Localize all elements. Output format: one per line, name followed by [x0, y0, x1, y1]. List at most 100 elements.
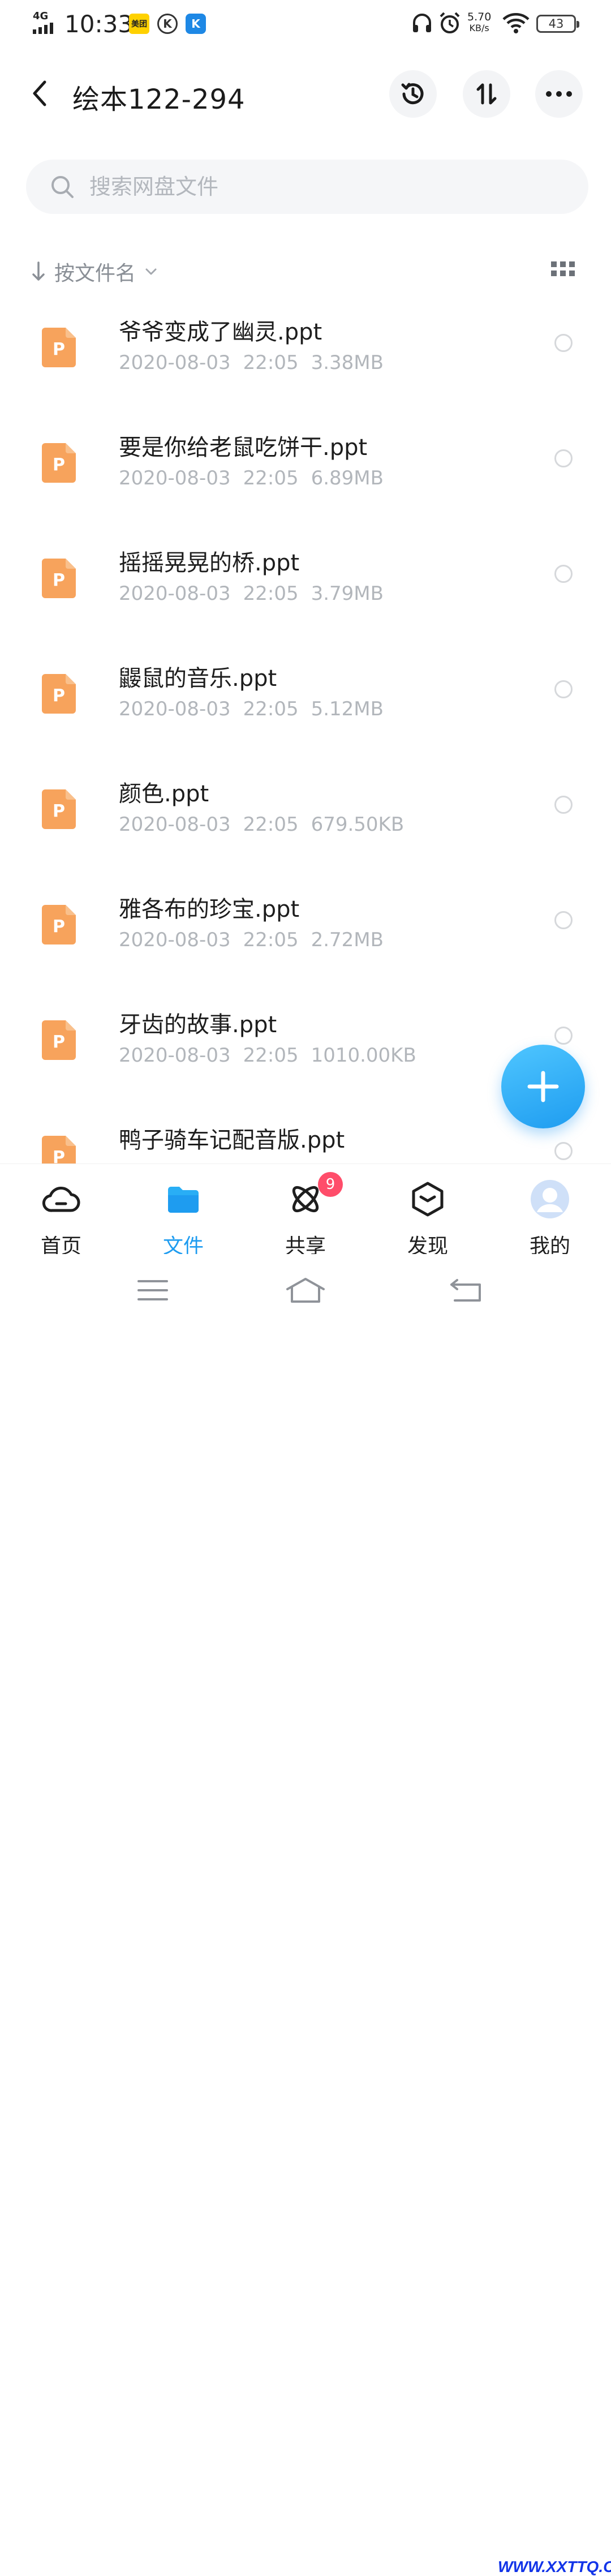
file-date: 2020-08-03 [119, 582, 231, 605]
file-size: 6.89MB [311, 467, 384, 490]
add-button[interactable] [501, 1045, 585, 1128]
file-date: 2020-08-03 [119, 467, 231, 490]
menu-button[interactable] [124, 1273, 181, 1307]
select-checkbox[interactable] [554, 680, 573, 698]
file-date: 2020-08-03 [119, 929, 231, 951]
file-name: 雅各布的珍宝.ppt [119, 896, 300, 922]
speed-unit: KB/s [469, 23, 489, 33]
network-speed: 5.70 KB/s [467, 11, 491, 34]
transfer-button[interactable] [463, 70, 510, 118]
file-size: 3.79MB [311, 582, 384, 605]
svg-text:P: P [53, 801, 65, 821]
network-type: 4G [33, 10, 49, 22]
avatar [530, 1179, 570, 1220]
file-name: 颜色.ppt [119, 781, 209, 807]
ppt-file-icon: P [42, 1020, 76, 1060]
file-meta: 2020-08-03 22:05 3.38MB [119, 351, 396, 374]
file-row[interactable]: P 鼹鼠的音乐.ppt 2020-08-03 22:05 5.12MB [0, 645, 611, 761]
select-checkbox[interactable] [554, 449, 573, 467]
svg-text:P: P [53, 340, 65, 359]
cloud-icon [41, 1179, 81, 1220]
select-checkbox[interactable] [554, 911, 573, 929]
back-nav-button[interactable] [438, 1273, 494, 1307]
file-size: 679.50KB [311, 813, 405, 836]
sort-by-name-control[interactable]: 按文件名 [32, 257, 157, 286]
more-dots-icon [546, 91, 572, 97]
page-title: 绘本122-294 [72, 84, 246, 115]
nav-share[interactable]: 9 共享 [244, 1164, 367, 1258]
select-checkbox[interactable] [554, 796, 573, 814]
file-date: 2020-08-03 [119, 813, 231, 836]
alarm-icon [440, 12, 460, 33]
sort-row: 按文件名 [0, 254, 611, 287]
file-row[interactable]: P 要是你给老鼠吃饼干.ppt 2020-08-03 22:05 6.89MB [0, 414, 611, 530]
search-input[interactable] [88, 174, 543, 200]
ppt-file-icon: P [42, 674, 76, 714]
file-date: 2020-08-03 [119, 351, 231, 374]
file-name: 牙齿的故事.ppt [119, 1012, 277, 1038]
file-row[interactable]: P 爷爷变成了幽灵.ppt 2020-08-03 22:05 3.38MB [0, 299, 611, 414]
file-size: 2.72MB [311, 929, 384, 951]
ppt-file-icon: P [42, 443, 76, 483]
file-size: 1010.00KB [311, 1044, 416, 1067]
ppt-file-icon: P [42, 905, 76, 944]
file-meta: 2020-08-03 22:05 3.79MB [119, 582, 396, 605]
file-time: 22:05 [243, 1044, 299, 1067]
file-date: 2020-08-03 [119, 698, 231, 720]
watermark: WWW.XXTTQ.COM [498, 2558, 611, 2575]
svg-text:P: P [53, 1148, 65, 1164]
speed-value: 5.70 [467, 11, 492, 23]
select-checkbox[interactable] [554, 1027, 573, 1045]
ppt-file-icon: P [42, 559, 76, 598]
home-button[interactable] [277, 1273, 334, 1307]
ppt-file-icon: P [42, 789, 76, 829]
search-icon [50, 174, 75, 199]
file-row[interactable]: P 雅各布的珍宝.ppt 2020-08-03 22:05 2.72MB [0, 876, 611, 991]
file-size: 5.12MB [311, 698, 384, 720]
k-blue-app-icon: K [186, 14, 206, 34]
file-name: 鼹鼠的音乐.ppt [119, 666, 277, 692]
signal-icon [33, 23, 53, 34]
plus-icon [527, 1071, 559, 1102]
share-badge: 9 [318, 1172, 343, 1197]
file-row[interactable]: P 摇摇晃晃的桥.ppt 2020-08-03 22:05 3.79MB [0, 530, 611, 645]
ppt-file-icon: P [42, 328, 76, 367]
grid-view-icon[interactable] [551, 261, 576, 278]
back-button[interactable] [23, 74, 57, 113]
nav-home[interactable]: 首页 [0, 1164, 122, 1258]
search-bar[interactable] [26, 160, 588, 214]
file-meta: 2020-08-03 22:05 679.50KB [119, 813, 416, 836]
battery-indicator: 43 [536, 15, 579, 33]
nav-files[interactable]: 文件 [122, 1164, 244, 1258]
file-meta: 2020-08-03 22:05 5.12MB [119, 698, 396, 720]
wifi-icon [502, 13, 530, 33]
file-time: 22:05 [243, 813, 299, 836]
nav-discover[interactable]: 发现 [367, 1164, 489, 1258]
back-arrow-icon [450, 1279, 481, 1302]
file-row[interactable]: P 颜色.ppt 2020-08-03 22:05 679.50KB [0, 761, 611, 876]
svg-text:P: P [53, 1032, 65, 1052]
file-time: 22:05 [243, 698, 299, 720]
select-checkbox[interactable] [554, 565, 573, 583]
history-button[interactable] [389, 70, 437, 118]
file-name: 摇摇晃晃的桥.ppt [119, 550, 300, 576]
menu-icon [137, 1280, 168, 1300]
file-list: P 爷爷变成了幽灵.ppt 2020-08-03 22:05 3.38MB P 要是你给老鼠… [0, 299, 611, 1164]
chevron-down-icon [145, 268, 157, 275]
system-nav-bar: WWW.XXTTQ.COM [0, 1254, 611, 2575]
file-time: 22:05 [243, 582, 299, 605]
more-button[interactable] [535, 70, 583, 118]
history-icon [401, 83, 424, 105]
meituan-app-icon: 美团 [129, 14, 149, 34]
select-checkbox[interactable] [554, 1142, 573, 1160]
header: 绘本122-294 [0, 62, 611, 124]
file-meta [119, 1160, 156, 1164]
k-app-icon: K [157, 14, 178, 34]
file-time: 22:05 [243, 929, 299, 951]
file-time: 22:05 [243, 351, 299, 374]
select-checkbox[interactable] [554, 334, 573, 352]
cube-icon [407, 1179, 448, 1220]
headphones-icon [413, 14, 431, 32]
nav-me[interactable]: 我的 [489, 1164, 611, 1258]
file-name: 要是你给老鼠吃饼干.ppt [119, 435, 368, 461]
